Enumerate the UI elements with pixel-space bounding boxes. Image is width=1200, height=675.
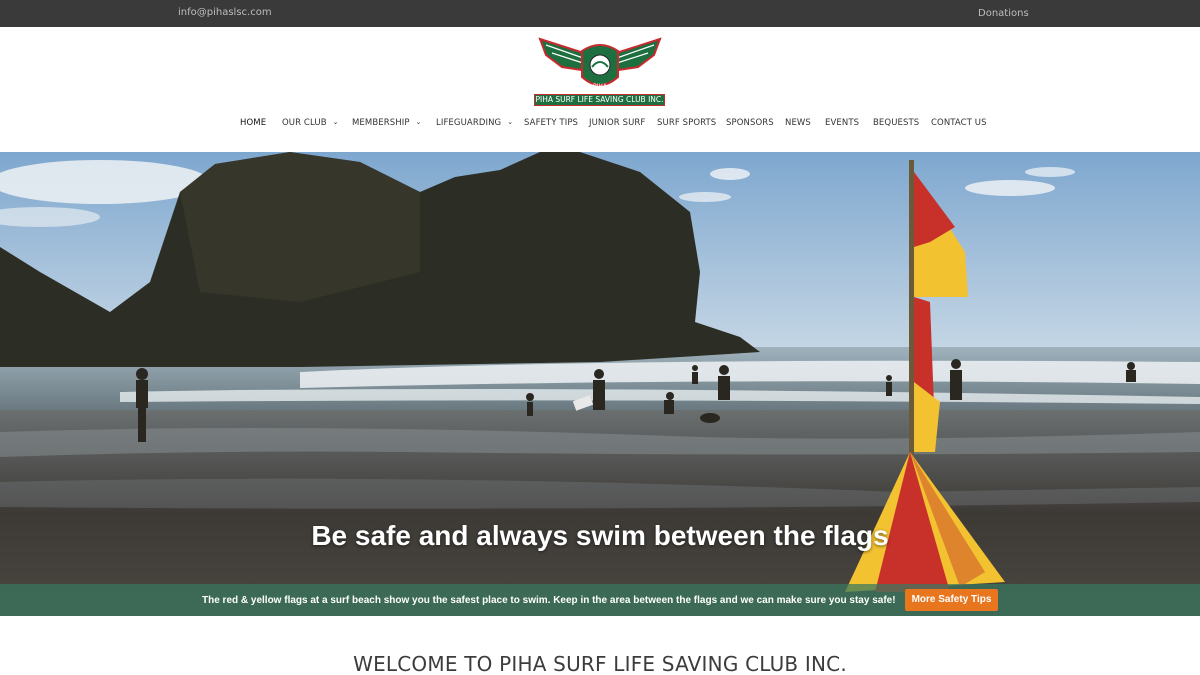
chevron-down-icon: ⌄ (415, 118, 422, 126)
nav-label: CONTACT US (931, 118, 987, 128)
nav-item-events[interactable]: EVENTS (825, 118, 859, 128)
nav-item-bequests[interactable]: BEQUESTS (873, 118, 919, 128)
logo-banner-text: PIHA SURF LIFE SAVING CLUB INC. (535, 95, 664, 104)
chevron-down-icon: ⌄ (507, 118, 514, 126)
welcome-heading: WELCOME TO PIHA SURF LIFE SAVING CLUB IN… (353, 652, 847, 675)
nav-label: JUNIOR SURF (589, 118, 646, 128)
nav-label: SURF SPORTS (657, 118, 717, 128)
nav-label: MEMBERSHIP (352, 118, 410, 128)
nav-item-safety-tips[interactable]: SAFETY TIPS (524, 118, 578, 128)
nav-label: LIFEGUARDING (436, 118, 502, 128)
nav-label: SPONSORS (726, 118, 774, 128)
nav-label: EVENTS (825, 118, 860, 128)
logo-banner: PIHA SURF LIFE SAVING CLUB INC. (534, 94, 665, 106)
nav-item-surf-sports[interactable]: SURF SPORTS (657, 118, 716, 128)
nav-label: BEQUESTS (873, 118, 920, 128)
nav-label: OUR CLUB (282, 118, 327, 128)
nav-label: HOME (240, 118, 267, 128)
nav-item-home[interactable]: HOME (240, 118, 266, 128)
chevron-down-icon: ⌄ (332, 118, 339, 126)
nav-item-sponsors[interactable]: SPONSORS (726, 118, 774, 128)
hero-title-text: Be safe and always swim between the flag… (311, 520, 889, 551)
nav-item-lifeguarding[interactable]: LIFEGUARDING ⌄ (436, 118, 513, 128)
nav-item-our-club[interactable]: OUR CLUB ⌄ (282, 118, 339, 128)
nav-item-news[interactable]: NEWS (785, 118, 811, 128)
site-header: PIHA PIHA SURF LIFE SAVING CLUB INC. HOM… (0, 27, 1200, 152)
logo-emblem-text: PIHA (593, 83, 608, 90)
safety-strip-text: The red & yellow flags at a surf beach s… (202, 595, 896, 606)
safety-strip: The red & yellow flags at a surf beach s… (0, 584, 1200, 616)
top-bar: info@pihaslsc.com Donations (0, 0, 1200, 27)
nav-item-contact-us[interactable]: CONTACT US (931, 118, 987, 128)
hero-title: Be safe and always swim between the flag… (0, 520, 1200, 552)
main-nav: HOME OUR CLUB ⌄ MEMBERSHIP ⌄ LIFEGUARDING ⌄… (0, 118, 1200, 132)
email-link[interactable]: info@pihaslsc.com (178, 7, 272, 18)
donations-link[interactable]: Donations (978, 8, 1029, 19)
nav-label: SAFETY TIPS (524, 118, 579, 128)
more-safety-tips-button[interactable]: More Safety Tips (905, 589, 998, 611)
nav-item-junior-surf[interactable]: JUNIOR SURF (589, 118, 645, 128)
nav-item-membership[interactable]: MEMBERSHIP ⌄ (352, 118, 422, 128)
nav-label: NEWS (785, 118, 811, 128)
hero-banner: Be safe and always swim between the flag… (0, 152, 1200, 616)
